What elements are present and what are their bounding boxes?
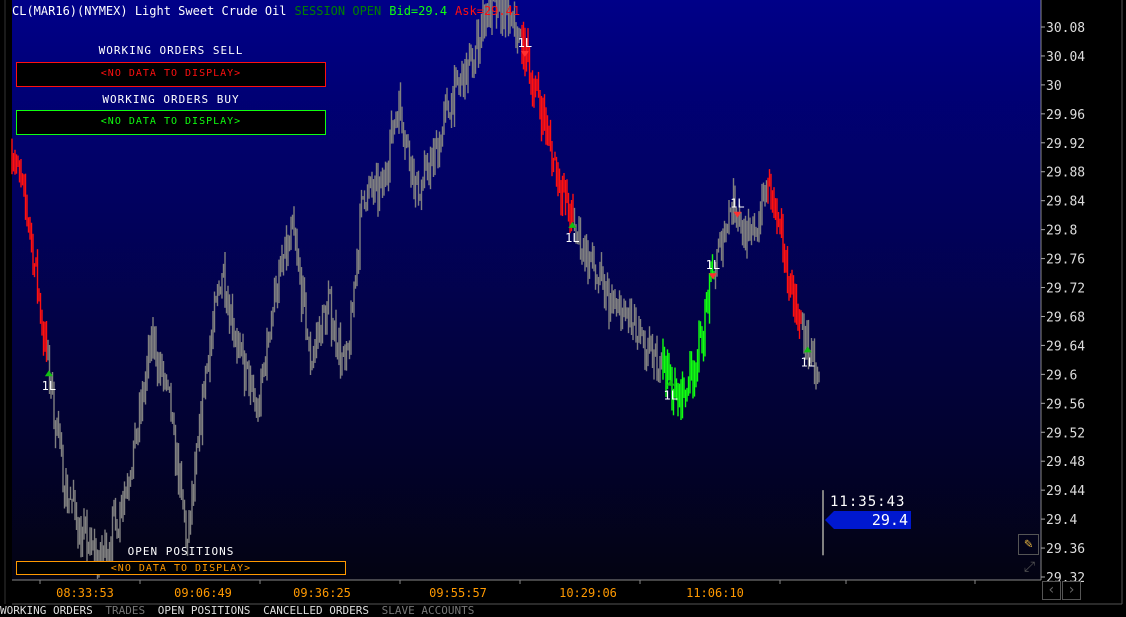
chevron-right-icon: ›	[1067, 582, 1076, 598]
price-tick-label: 29.76	[1046, 253, 1085, 268]
price-tick-label: 30.04	[1046, 50, 1085, 65]
price-tick-label: 29.48	[1046, 455, 1085, 470]
time-tick-label: 09:06:49	[174, 586, 232, 600]
chart-header: CL(MAR16)(NYMEX) Light Sweet Crude Oil SE…	[12, 4, 528, 18]
last-trade-time: 11:35:43	[830, 494, 906, 510]
price-tick-label: 30.08	[1046, 21, 1085, 36]
time-tick-label: 08:33:53	[56, 586, 114, 600]
time-tick-label: 09:36:25	[293, 586, 351, 600]
open-positions-title: OPEN POSITIONS	[127, 545, 235, 558]
price-axis: 30.08 30.04 30 29.96 29.92 29.88 29.84 29.8 29.7…	[1041, 21, 1085, 586]
price-tick-label: 29.4	[1046, 513, 1077, 528]
ask-price: Ask=29.41	[455, 4, 521, 18]
last-price-tag: 29.4	[825, 511, 911, 529]
price-tick-label: 29.96	[1046, 108, 1085, 123]
working-orders-sell-table[interactable]: <NO DATA TO DISPLAY>	[16, 62, 326, 87]
time-axis: 08:33:53 09:06:49 09:36:25 09:55:57 10:29:06…	[39, 580, 976, 600]
price-tick-label: 29.84	[1046, 195, 1085, 210]
fill-label: 1L	[730, 197, 744, 211]
time-tick-label: 11:06:10	[686, 586, 744, 600]
chevron-left-icon: ‹	[1047, 582, 1056, 598]
draw-pencil-button[interactable]: ✎	[1018, 534, 1039, 555]
open-positions-table[interactable]: <NO DATA TO DISPLAY>	[16, 561, 346, 575]
fill-label: 1L	[42, 379, 56, 393]
price-tick-label: 29.36	[1046, 542, 1085, 557]
working-orders-buy-title: WORKING ORDERS BUY	[102, 93, 240, 106]
tab-open-positions[interactable]: OPEN POSITIONS	[158, 604, 251, 617]
fill-label: 1L	[518, 36, 532, 50]
tab-slave-accounts[interactable]: SLAVE ACCOUNTS	[382, 604, 475, 617]
fullscreen-button[interactable]: ⤢	[1020, 558, 1039, 577]
chart-background	[12, 0, 1041, 580]
fill-label: 1L	[706, 258, 720, 272]
price-tick-label: 29.56	[1046, 397, 1085, 412]
time-tick-label: 09:55:57	[429, 586, 487, 600]
bid-price: Bid=29.4	[389, 4, 448, 18]
pencil-icon: ✎	[1024, 536, 1033, 552]
price-tick-label: 29.6	[1046, 368, 1077, 383]
price-tick-label: 29.64	[1046, 339, 1085, 354]
fill-label: 1L	[800, 355, 814, 369]
expand-icon: ⤢	[1023, 559, 1036, 575]
working-orders-buy-table[interactable]: <NO DATA TO DISPLAY>	[16, 110, 326, 135]
price-tick-label: 29.44	[1046, 484, 1085, 499]
price-tick-label: 30	[1046, 79, 1062, 94]
tab-trades[interactable]: TRADES	[105, 604, 145, 617]
working-orders-sell-title: WORKING ORDERS SELL	[98, 44, 244, 57]
instrument-title: CL(MAR16)(NYMEX) Light Sweet Crude Oil	[12, 4, 287, 18]
tab-cancelled-orders[interactable]: CANCELLED ORDERS	[263, 604, 369, 617]
price-tick-label: 29.72	[1046, 282, 1085, 297]
price-tick-label: 29.8	[1046, 224, 1077, 239]
time-tick-label: 10:29:06	[559, 586, 617, 600]
bottom-tabs: WORKING ORDERS TRADES OPEN POSITIONS CAN…	[0, 604, 480, 617]
tab-working-orders[interactable]: WORKING ORDERS	[0, 604, 93, 617]
price-tick-label: 29.88	[1046, 166, 1085, 181]
price-tick-label: 29.52	[1046, 426, 1085, 441]
scroll-left-button[interactable]: ‹	[1042, 581, 1061, 600]
scroll-right-button[interactable]: ›	[1062, 581, 1081, 600]
price-tick-label: 29.92	[1046, 137, 1085, 152]
fill-label: 1L	[565, 231, 579, 245]
price-tick-label: 29.68	[1046, 310, 1085, 325]
session-status: SESSION OPEN	[294, 4, 382, 18]
fill-label: 1L	[663, 389, 677, 403]
